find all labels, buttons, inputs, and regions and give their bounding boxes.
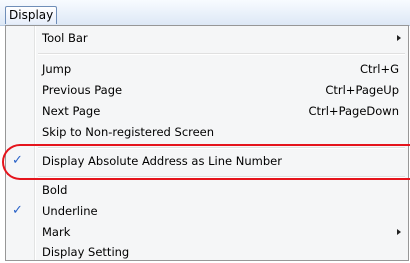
checkmark-icon: ✓	[12, 203, 23, 218]
shortcut-text: Ctrl+PageUp	[325, 83, 399, 97]
menu-item-mark[interactable]: Mark	[7, 222, 407, 243]
menu-item-label: Display Setting	[42, 245, 130, 259]
menu-item-display-setting[interactable]: Display Setting	[7, 242, 407, 263]
menu-item-bold[interactable]: Bold	[7, 180, 407, 201]
menu-item-label: Underline	[42, 204, 98, 218]
shortcut-text: Ctrl+PageDown	[308, 104, 399, 118]
menu-item-label: Tool Bar	[42, 31, 88, 45]
highlight-annotation	[2, 144, 410, 180]
menu-item-jump[interactable]: Jump Ctrl+G	[7, 59, 407, 80]
menu-bar: Display	[0, 0, 410, 26]
menu-display[interactable]: Display	[5, 6, 58, 24]
submenu-arrow-icon	[397, 229, 401, 235]
menu-separator	[38, 53, 405, 55]
submenu-arrow-icon	[397, 35, 401, 41]
menu-item-label: Mark	[42, 225, 71, 239]
menu-item-next-page[interactable]: Next Page Ctrl+PageDown	[7, 101, 407, 122]
menu-item-label: Jump	[42, 62, 72, 76]
menu-item-label: Next Page	[42, 104, 101, 118]
display-dropdown-menu: Tool Bar Jump Ctrl+G Previous Page Ctrl+…	[5, 25, 409, 261]
menu-item-label: Skip to Non-registered Screen	[42, 125, 215, 139]
menu-item-tool-bar[interactable]: Tool Bar	[7, 28, 407, 49]
menu-item-label: Bold	[42, 183, 68, 197]
menu-item-label: Previous Page	[42, 83, 123, 97]
menu-item-previous-page[interactable]: Previous Page Ctrl+PageUp	[7, 80, 407, 101]
menu-item-underline[interactable]: ✓ Underline	[7, 201, 407, 222]
menu-item-skip-non-registered[interactable]: Skip to Non-registered Screen	[7, 122, 407, 143]
shortcut-text: Ctrl+G	[359, 62, 399, 76]
